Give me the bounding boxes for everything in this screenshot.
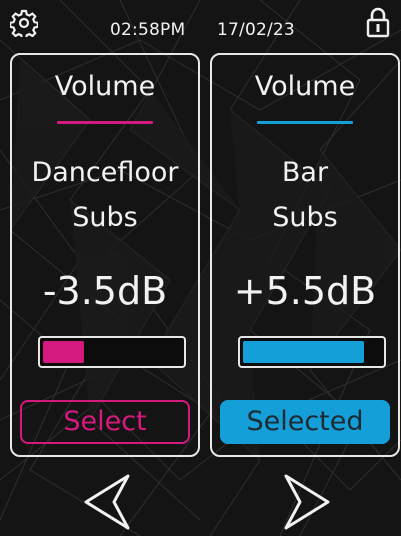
padlock-icon[interactable] — [366, 6, 390, 38]
channel-panel-dancefloor-subs: Volume Dancefloor Subs -3.5dB Select — [10, 53, 200, 457]
volume-value: +5.5dB — [233, 269, 377, 313]
status-bar: 02:58PM 17/02/23 — [0, 0, 401, 50]
channel-name-line-1: Dancefloor — [31, 157, 179, 188]
gear-icon[interactable] — [10, 9, 38, 37]
clock-time: 02:58PM — [110, 20, 186, 40]
clock-date: 17/02/23 — [217, 20, 295, 40]
channel-name-line-1: Bar — [281, 157, 329, 188]
accent-rule — [57, 121, 153, 124]
panel-title: Volume — [54, 71, 156, 102]
channel-name: Bar Subs — [212, 150, 398, 240]
chevron-right-icon[interactable] — [276, 470, 336, 534]
level-meter-fill — [243, 341, 365, 363]
volume-value: -3.5dB — [42, 269, 168, 313]
panel-title: Volume — [254, 71, 356, 102]
level-meter-fill — [43, 341, 85, 363]
channel-panel-bar-subs: Volume Bar Subs +5.5dB Selected — [210, 53, 400, 457]
accent-rule — [257, 121, 353, 124]
level-meter — [38, 336, 186, 368]
channel-name: Dancefloor Subs — [12, 150, 198, 240]
level-meter — [238, 336, 386, 368]
selected-button[interactable]: Selected — [220, 400, 390, 444]
channel-name-line-2: Subs — [72, 202, 138, 233]
select-button[interactable]: Select — [20, 400, 190, 444]
chevron-left-icon[interactable] — [78, 470, 138, 534]
channel-name-line-2: Subs — [272, 202, 338, 233]
